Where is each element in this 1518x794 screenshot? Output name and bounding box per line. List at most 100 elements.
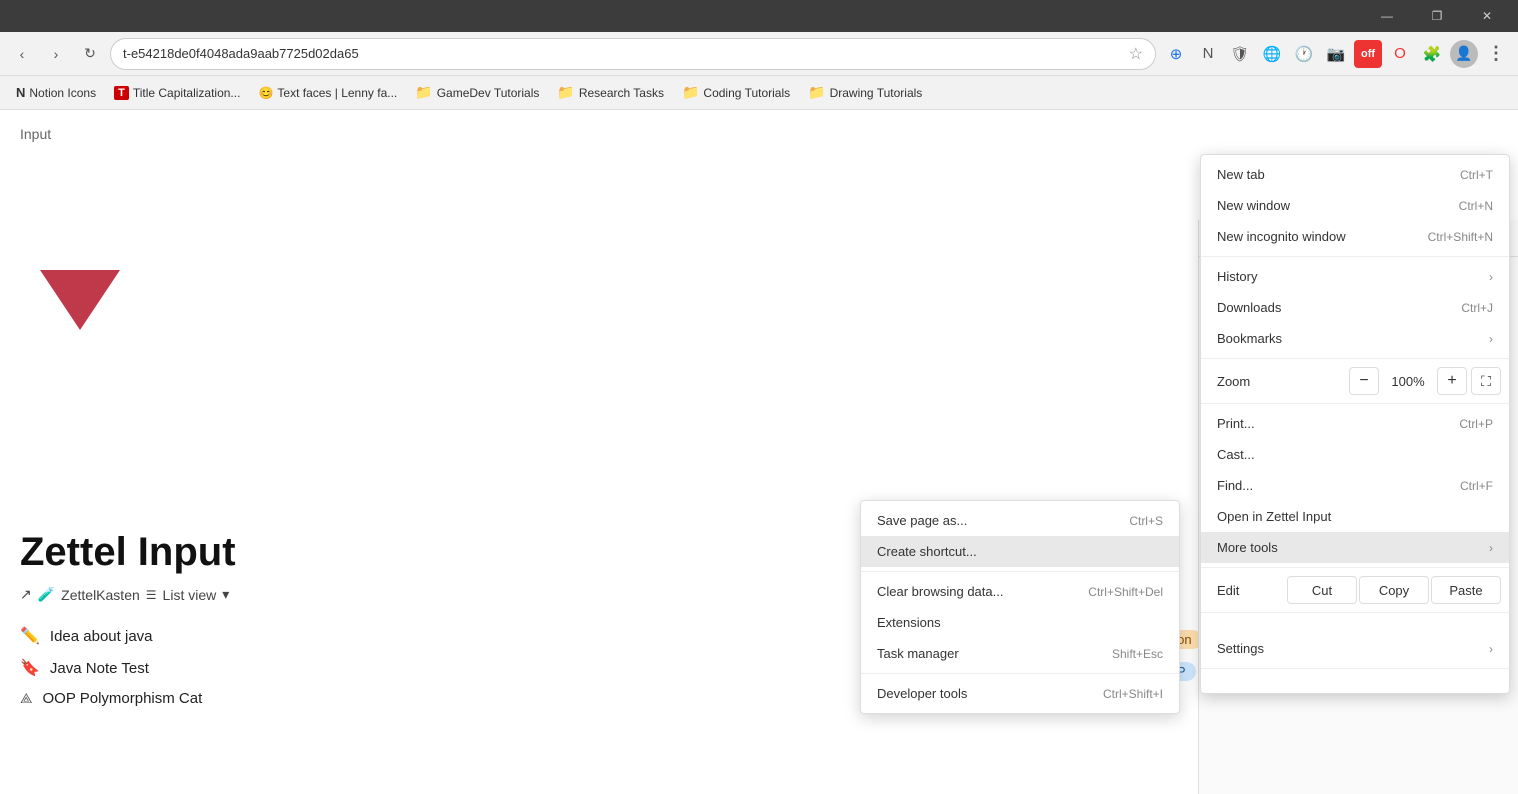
new-window-shortcut: Ctrl+N: [1459, 199, 1493, 213]
zoom-minus-button[interactable]: −: [1349, 367, 1379, 395]
context-clear-browsing[interactable]: Clear browsing data... Ctrl+Shift+Del: [861, 576, 1179, 607]
menu-new-incognito[interactable]: New incognito window Ctrl+Shift+N: [1201, 221, 1509, 252]
item-icon: 🔖: [20, 658, 40, 678]
developer-tools-shortcut: Ctrl+Shift+I: [1103, 687, 1163, 701]
chrome-divider-1: [1201, 256, 1509, 257]
clear-browsing-shortcut: Ctrl+Shift+Del: [1088, 585, 1163, 599]
title-bar: — ❐ ✕: [0, 0, 1518, 32]
context-save-page[interactable]: Save page as... Ctrl+S: [861, 505, 1179, 536]
bookmark-notion-icons[interactable]: N Notion Icons: [8, 83, 104, 102]
page-content: Input Zettel Input ↗ 🧪 ZettelKasten ☰ Li…: [0, 110, 1518, 794]
zoom-label: Zoom: [1209, 374, 1345, 389]
folder-icon: 📁: [808, 84, 825, 101]
cast-label: Cast...: [1217, 447, 1255, 462]
bookmark-text-faces[interactable]: 😊 Text faces | Lenny fa...: [250, 84, 405, 102]
menu-more-tools[interactable]: More tools ›: [1201, 532, 1509, 563]
menu-bookmarks[interactable]: Bookmarks ›: [1201, 323, 1509, 354]
list-view-icon: ☰: [146, 588, 157, 602]
context-developer-tools[interactable]: Developer tools Ctrl+Shift+I: [861, 678, 1179, 709]
context-task-manager[interactable]: Task manager Shift+Esc: [861, 638, 1179, 669]
menu-button[interactable]: ⋮: [1482, 40, 1510, 68]
chrome-divider-3: [1201, 403, 1509, 404]
more-tools-label: More tools: [1217, 540, 1278, 555]
opera-icon[interactable]: O: [1386, 40, 1414, 68]
new-window-label: New window: [1217, 198, 1290, 213]
chrome-divider-6: [1201, 668, 1509, 669]
zoom-row: Zoom − 100% + ⛶: [1201, 363, 1509, 399]
item-icon: ✏️: [20, 626, 40, 646]
menu-new-tab[interactable]: New tab Ctrl+T: [1201, 159, 1509, 190]
bookmark-gamedev[interactable]: 📁 GameDev Tutorials: [407, 82, 547, 103]
menu-open-zettel[interactable]: Open in Zettel Input: [1201, 501, 1509, 532]
menu-new-window[interactable]: New window Ctrl+N: [1201, 190, 1509, 221]
breadcrumb: ↗ 🧪 ZettelKasten ☰ List view ▾: [20, 586, 229, 603]
zoom-expand-button[interactable]: ⛶: [1471, 367, 1501, 395]
menu-downloads[interactable]: Downloads Ctrl+J: [1201, 292, 1509, 323]
address-bar[interactable]: t-e54218de0f4048ada9aab7725d02da65 ☆: [110, 38, 1156, 70]
history-arrow: ›: [1489, 270, 1493, 284]
maximize-button[interactable]: ❐: [1414, 0, 1460, 32]
bookmark-drawing[interactable]: 📁 Drawing Tutorials: [800, 82, 930, 103]
minimize-button[interactable]: —: [1364, 0, 1410, 32]
downloads-shortcut: Ctrl+J: [1461, 301, 1493, 315]
help-label: Settings: [1217, 641, 1264, 656]
menu-cast[interactable]: Cast...: [1201, 439, 1509, 470]
menu-find[interactable]: Find... Ctrl+F: [1201, 470, 1509, 501]
chrome-divider-2: [1201, 358, 1509, 359]
open-zettel-label: Open in Zettel Input: [1217, 509, 1331, 524]
forward-button[interactable]: ›: [42, 40, 70, 68]
menu-history[interactable]: History ›: [1201, 261, 1509, 292]
camera-icon[interactable]: 📷: [1322, 40, 1350, 68]
toolbar-icons: ⊕ N 🛡 🌐 🕐 📷 off O 🧩 👤 ⋮: [1162, 40, 1510, 68]
bookmarks-bar: N Notion Icons T Title Capitalization...…: [0, 76, 1518, 110]
star-icon[interactable]: ☆: [1129, 44, 1143, 64]
list-item[interactable]: ⟁ OOP Polymorphism Cat: [20, 690, 202, 707]
context-divider-2: [861, 673, 1179, 674]
toggle-icon[interactable]: off: [1354, 40, 1382, 68]
back-button[interactable]: ‹: [8, 40, 36, 68]
page-title: Zettel Input: [20, 530, 236, 575]
zettelkasten-icon: 🧪: [38, 586, 55, 603]
triangle-shape: [40, 270, 120, 330]
clear-browsing-label: Clear browsing data...: [877, 584, 1003, 599]
zoom-plus-button[interactable]: +: [1437, 367, 1467, 395]
extensions-icon[interactable]: ⊕: [1162, 40, 1190, 68]
folder-icon: 📁: [557, 84, 574, 101]
chrome-divider-4: [1201, 567, 1509, 568]
breadcrumb-view: List view: [163, 587, 217, 603]
context-extensions[interactable]: Extensions: [861, 607, 1179, 638]
puzzle-icon[interactable]: 🧩: [1418, 40, 1446, 68]
paste-button[interactable]: Paste: [1431, 576, 1501, 604]
reload-button[interactable]: ↻: [76, 40, 104, 68]
shield-icon[interactable]: 🛡: [1226, 40, 1254, 68]
avatar[interactable]: 👤: [1450, 40, 1478, 68]
bookmark-label: GameDev Tutorials: [437, 86, 540, 100]
print-label: Print...: [1217, 416, 1255, 431]
bookmark-coding[interactable]: 📁 Coding Tutorials: [674, 82, 798, 103]
menu-print[interactable]: Print... Ctrl+P: [1201, 408, 1509, 439]
cut-button[interactable]: Cut: [1287, 576, 1357, 604]
context-menu: Save page as... Ctrl+S Create shortcut..…: [860, 500, 1180, 714]
chrome-divider-5: [1201, 612, 1509, 613]
chevron-down-icon: ▾: [222, 586, 229, 603]
browser-icon[interactable]: 🌐: [1258, 40, 1286, 68]
edit-label: Edit: [1209, 583, 1285, 598]
context-create-shortcut[interactable]: Create shortcut...: [861, 536, 1179, 567]
zoom-value: 100%: [1383, 374, 1433, 389]
notion-icon[interactable]: N: [1194, 40, 1222, 68]
new-tab-shortcut: Ctrl+T: [1460, 168, 1493, 182]
task-manager-shortcut: Shift+Esc: [1112, 647, 1163, 661]
clock-icon[interactable]: 🕐: [1290, 40, 1318, 68]
menu-help[interactable]: Settings ›: [1201, 633, 1509, 664]
bookmark-title-cap[interactable]: T Title Capitalization...: [106, 84, 248, 102]
bookmark-research[interactable]: 📁 Research Tasks: [549, 82, 672, 103]
find-shortcut: Ctrl+F: [1460, 479, 1493, 493]
bookmarks-label: Bookmarks: [1217, 331, 1282, 346]
list-item[interactable]: 🔖 Java Note Test: [20, 658, 202, 678]
close-button[interactable]: ✕: [1464, 0, 1510, 32]
menu-settings[interactable]: [1201, 617, 1509, 633]
list-item[interactable]: ✏️ Idea about java: [20, 626, 202, 646]
print-shortcut: Ctrl+P: [1459, 417, 1493, 431]
menu-exit[interactable]: [1201, 673, 1509, 689]
copy-button[interactable]: Copy: [1359, 576, 1429, 604]
